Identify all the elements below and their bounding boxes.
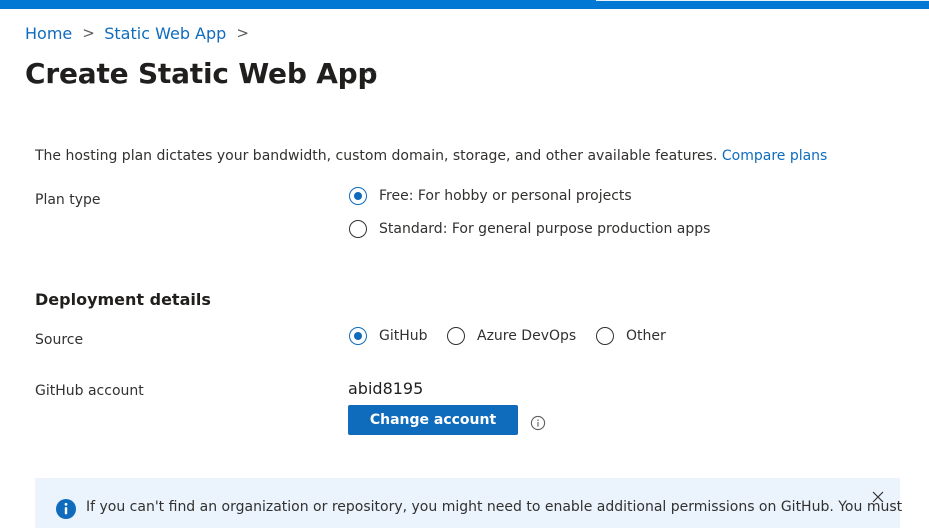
deployment-details-heading: Deployment details bbox=[35, 290, 211, 309]
breadcrumb-static-web-app-link[interactable]: Static Web App bbox=[104, 24, 226, 43]
github-account-value: abid8195 bbox=[348, 379, 424, 398]
github-account-label: GitHub account bbox=[35, 383, 144, 399]
source-github-label: GitHub bbox=[379, 328, 428, 344]
radio-selected-icon[interactable] bbox=[349, 327, 367, 345]
compare-plans-link[interactable]: Compare plans bbox=[722, 148, 827, 164]
plan-standard-label: Standard: For general purpose production… bbox=[379, 221, 711, 237]
close-icon[interactable] bbox=[871, 490, 885, 504]
plan-free-radio[interactable]: Free: For hobby or personal projects bbox=[349, 187, 632, 205]
breadcrumb-home-link[interactable]: Home bbox=[25, 24, 72, 43]
hosting-plan-description: The hosting plan dictates your bandwidth… bbox=[35, 148, 827, 164]
radio-unselected-icon[interactable] bbox=[349, 220, 367, 238]
change-account-button[interactable]: Change account bbox=[348, 405, 518, 435]
source-github-radio[interactable]: GitHub bbox=[349, 327, 428, 345]
hosting-plan-text: The hosting plan dictates your bandwidth… bbox=[35, 148, 718, 164]
source-azure-devops-radio[interactable]: Azure DevOps bbox=[447, 327, 576, 345]
source-label: Source bbox=[35, 332, 84, 348]
plan-type-label: Plan type bbox=[35, 192, 101, 208]
permissions-notice: If you can't find an organization or rep… bbox=[35, 478, 903, 528]
ellipsis-icon[interactable]: ··· bbox=[362, 64, 380, 82]
radio-selected-icon[interactable] bbox=[349, 187, 367, 205]
top-accent-bar bbox=[0, 0, 929, 9]
chevron-right-icon: > bbox=[236, 24, 249, 42]
notice-text: If you can't find an organization or rep… bbox=[86, 499, 903, 515]
plan-standard-radio[interactable]: Standard: For general purpose production… bbox=[349, 220, 710, 238]
source-azure-devops-label: Azure DevOps bbox=[477, 328, 577, 344]
radio-unselected-icon[interactable] bbox=[447, 327, 465, 345]
breadcrumb: Home > Static Web App > bbox=[25, 22, 258, 44]
source-other-label: Other bbox=[626, 328, 666, 344]
source-other-radio[interactable]: Other bbox=[596, 327, 666, 345]
radio-unselected-icon[interactable] bbox=[596, 327, 614, 345]
top-accent-divider bbox=[596, 0, 929, 1]
info-icon[interactable] bbox=[530, 415, 546, 431]
plan-free-label: Free: For hobby or personal projects bbox=[379, 188, 632, 204]
page-title: Create Static Web App bbox=[25, 57, 378, 90]
chevron-right-icon: > bbox=[82, 24, 95, 42]
